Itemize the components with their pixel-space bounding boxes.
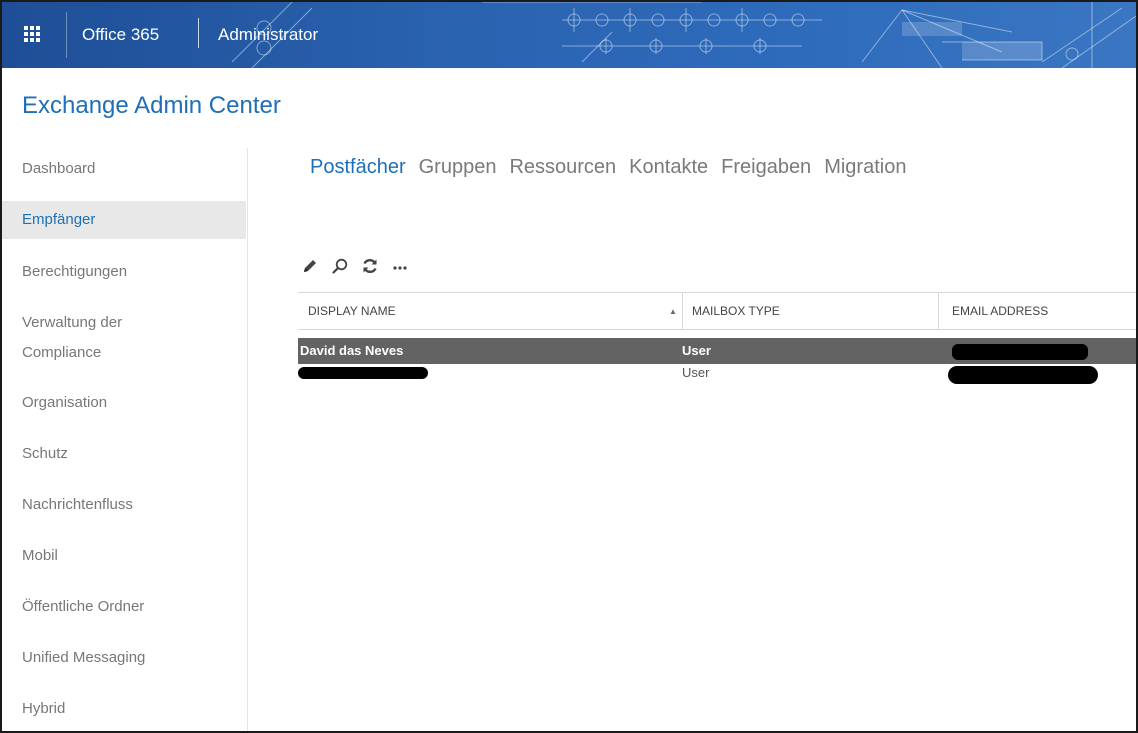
page-title: Exchange Admin Center: [22, 92, 281, 119]
mailbox-table: DISPLAY NAME ▲ MAILBOX TYPE EMAIL ADDRES…: [298, 292, 1136, 390]
edit-button[interactable]: [300, 256, 320, 276]
top-bar: Office 365 Administrator: [2, 2, 1136, 68]
column-divider[interactable]: [682, 293, 683, 329]
tab-migration[interactable]: Migration: [824, 156, 906, 179]
sidebar-item-empfaenger[interactable]: Empfänger: [2, 201, 246, 239]
brand-divider: [198, 18, 199, 48]
office-365-link[interactable]: Office 365: [82, 25, 159, 45]
more-button[interactable]: [390, 256, 410, 276]
sidebar-item-organisation[interactable]: Organisation: [2, 388, 246, 418]
tab-freigaben[interactable]: Freigaben: [721, 156, 811, 179]
recipient-tabs: Postfächer Gruppen Ressourcen Kontakte F…: [310, 156, 906, 179]
sidebar-item-compliance-line2: Compliance: [22, 344, 102, 361]
admin-link[interactable]: Administrator: [218, 25, 318, 45]
cell-display-name: David das Neves: [300, 343, 404, 358]
tab-postfaecher[interactable]: Postfächer: [310, 156, 406, 179]
refresh-icon: [363, 258, 377, 274]
sidebar-item-schutz[interactable]: Schutz: [2, 439, 246, 469]
sidebar-item-dashboard[interactable]: Dashboard: [2, 154, 246, 184]
sidebar-item-compliance-line1: Verwaltung der: [22, 314, 123, 331]
header-decoration: [231, 2, 1136, 68]
sidebar-item-unified-messaging[interactable]: Unified Messaging: [2, 643, 246, 673]
tab-gruppen[interactable]: Gruppen: [419, 156, 497, 179]
column-header-email-address[interactable]: EMAIL ADDRESS: [952, 293, 1048, 329]
app-launcher-button[interactable]: [14, 16, 50, 52]
sidebar-item-mobil[interactable]: Mobil: [2, 541, 246, 571]
refresh-button[interactable]: [360, 256, 380, 276]
table-row[interactable]: User: [298, 364, 1136, 390]
toolbar: [300, 254, 410, 278]
sidebar-item-oeffentliche-ordner[interactable]: Öffentliche Ordner: [2, 592, 246, 622]
launcher-divider: [66, 12, 67, 58]
column-header-mailbox-type[interactable]: MAILBOX TYPE: [692, 293, 780, 329]
sidebar-nav: Dashboard Empfänger Berechtigungen Verwa…: [2, 148, 248, 731]
cell-mailbox-type: User: [682, 365, 710, 380]
column-divider[interactable]: [938, 293, 939, 329]
sort-ascending-icon: ▲: [669, 307, 677, 316]
table-header: DISPLAY NAME ▲ MAILBOX TYPE EMAIL ADDRES…: [298, 292, 1136, 330]
tab-ressourcen[interactable]: Ressourcen: [509, 156, 616, 179]
sidebar-item-berechtigungen[interactable]: Berechtigungen: [2, 257, 246, 287]
sidebar-item-compliance[interactable]: Verwaltung der Compliance: [2, 308, 246, 368]
search-button[interactable]: [330, 256, 350, 276]
redacted-email: [952, 344, 1088, 360]
more-icon: [393, 266, 407, 270]
column-header-display-name[interactable]: DISPLAY NAME: [308, 293, 396, 329]
redacted-display-name: [298, 367, 428, 379]
app-window: Office 365 Administrator Exchange Admin …: [0, 0, 1138, 733]
sidebar-item-nachrichtenfluss[interactable]: Nachrichtenfluss: [2, 490, 246, 520]
table-row[interactable]: David das Neves User: [298, 338, 1136, 364]
search-icon: [332, 258, 348, 274]
tab-kontakte[interactable]: Kontakte: [629, 156, 708, 179]
redacted-email: [948, 366, 1098, 384]
edit-icon: [304, 260, 316, 272]
waffle-icon: [24, 26, 40, 42]
sidebar-item-hybrid[interactable]: Hybrid: [2, 694, 246, 724]
